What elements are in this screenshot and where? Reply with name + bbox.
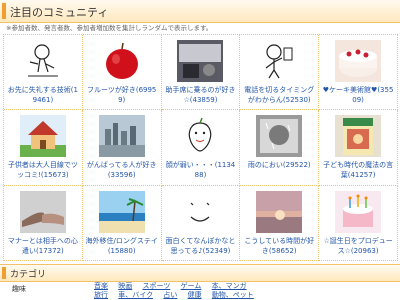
- community-label: 海外移住/ロングステイ(15880): [85, 236, 158, 255]
- category-row: 趣味 音楽 映画 スポーツ ゲーム 本、マンガ 旅行 車、バイク 占い 健康 動…: [0, 282, 400, 300]
- category-title: カテゴリ: [10, 270, 47, 280]
- section-header: 注目のコミュニティ: [0, 0, 400, 23]
- rain-window-icon: [256, 115, 303, 158]
- category-link[interactable]: スポーツ: [142, 282, 170, 290]
- red-apple-icon: [98, 40, 145, 82]
- category-link[interactable]: 車、バイク: [118, 291, 153, 299]
- birthday-cake-icon: [335, 190, 382, 233]
- category-link[interactable]: 音楽: [94, 282, 108, 290]
- community-label: 助手席に乗るのが好き☆(43859): [165, 86, 236, 104]
- category-link[interactable]: 本、マンガ: [212, 282, 247, 290]
- community-item[interactable]: 電話を切るタイミングがわからん(52530): [240, 35, 320, 111]
- community-label: ☆誕生日をプロデュース☆(20963): [323, 236, 393, 255]
- community-label: こうしている時間が好き(58652): [244, 236, 315, 255]
- community-item[interactable]: ♥ケーキ美術館♥(35509): [319, 35, 398, 111]
- sunset-icon: [256, 190, 303, 233]
- category-link[interactable]: 動物、ペット: [212, 291, 254, 299]
- community-label: 面白くてなんぼかなと思ってる♪(52349): [165, 236, 236, 255]
- community-item[interactable]: フルーツが好き(69959): [82, 35, 162, 111]
- cake-icon: [335, 40, 382, 82]
- house-icon: [19, 115, 66, 158]
- community-item[interactable]: こうしている時間が好き(58652): [240, 185, 320, 261]
- section-title: 注目のコミュニティ: [10, 6, 109, 19]
- community-grid: お先に失礼する技術(19461) フルーツが好き(69959) 助手席に乗るのが…: [3, 34, 398, 261]
- category-accent-bar: [2, 267, 6, 279]
- category-link[interactable]: ゲーム: [181, 282, 202, 290]
- category-link[interactable]: 映画: [118, 282, 132, 290]
- community-item[interactable]: 子ども時代の魔法の言葉(41257): [319, 110, 398, 186]
- community-panel: 注目のコミュニティ ※参加者数、発言者数、参加者増加数を集計しランダムで表示しま…: [0, 0, 400, 300]
- category-link[interactable]: 旅行: [94, 291, 108, 299]
- community-item[interactable]: 海外移住/ロングステイ(15880): [82, 185, 162, 261]
- smiley-icon: [177, 190, 224, 233]
- header-accent-bar: [2, 3, 6, 19]
- category-links: 音楽 映画 スポーツ ゲーム 本、マンガ 旅行 車、バイク 占い 健康 動物、ペ…: [94, 282, 394, 300]
- community-label: 子ども時代の魔法の言葉(41257): [323, 161, 394, 180]
- drawn-figure-icon: [19, 40, 66, 82]
- phone-sketch-icon: [256, 40, 303, 82]
- hands-icon: [19, 190, 66, 233]
- car-seat-icon: [177, 40, 224, 82]
- community-label: マナーとは相手への心遣い(17372): [7, 236, 78, 255]
- community-item[interactable]: 子供者は大人目線でツッコミ!(15673): [4, 110, 83, 186]
- ranking-note: ※参加者数、発言者数、参加者増加数を集計しランダムで表示します。: [6, 24, 213, 32]
- community-item[interactable]: がんばってる人が好き(33596): [82, 110, 162, 186]
- community-item[interactable]: ☆誕生日をプロデュース☆(20963): [319, 185, 398, 261]
- community-label: 雨のにおい(29522): [247, 161, 311, 170]
- community-label: 子供者は大人目線でツッコミ!(15673): [7, 161, 78, 180]
- apple-face-icon: [177, 115, 224, 158]
- community-item[interactable]: 面白くてなんぼかなと思ってる♪(52349): [161, 185, 241, 261]
- community-label: フルーツが好き(69959): [86, 86, 157, 104]
- community-item[interactable]: お先に失礼する技術(19461): [4, 35, 83, 111]
- category-link[interactable]: 健康: [188, 291, 202, 299]
- community-label: ♥ケーキ美術館♥(35509): [322, 86, 394, 104]
- community-item[interactable]: マナーとは相手への心遣い(17372): [4, 185, 83, 261]
- community-item[interactable]: 雨のにおい(29522): [240, 110, 320, 186]
- category-label: 趣味: [12, 285, 26, 293]
- community-label: がんばってる人が好き(33596): [86, 161, 157, 180]
- book-icon: [335, 115, 382, 158]
- community-item[interactable]: 助手席に乗るのが好き☆(43859): [161, 35, 241, 111]
- community-label: 顔が弱い・・・(113488): [165, 161, 236, 180]
- community-label: 電話を切るタイミングがわからん(52530): [244, 86, 315, 104]
- city-skyline-icon: [98, 115, 145, 158]
- community-label: お先に失礼する技術(19461): [7, 86, 78, 104]
- category-link[interactable]: 占い: [163, 291, 177, 299]
- community-item[interactable]: 顔が弱い・・・(113488): [161, 110, 241, 186]
- category-header: カテゴリ: [0, 264, 400, 282]
- beach-icon: [98, 190, 145, 233]
